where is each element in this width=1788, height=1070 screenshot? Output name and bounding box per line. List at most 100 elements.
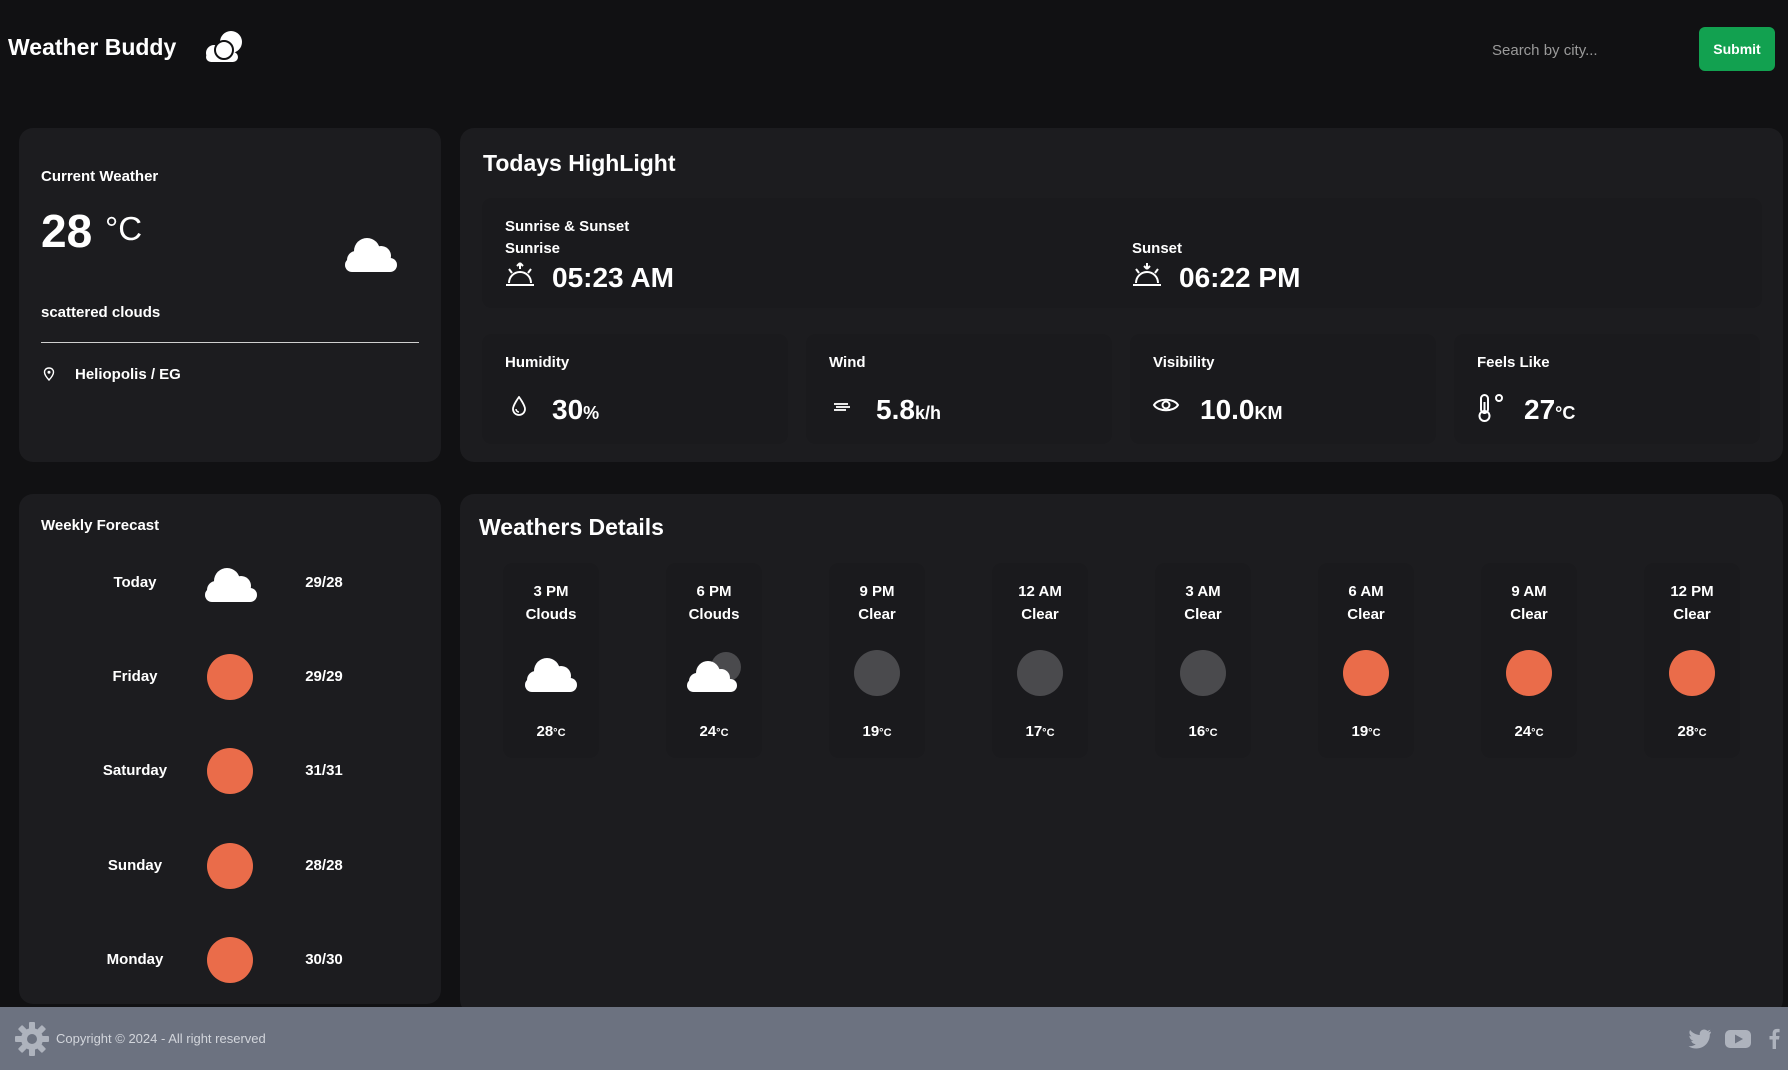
hour-description: Clear xyxy=(1510,606,1548,623)
sunrise-time: 05:23 AM xyxy=(552,262,674,293)
forecast-day: Saturday xyxy=(102,762,168,779)
hour-time: 9 PM xyxy=(859,583,895,600)
search-input[interactable] xyxy=(1490,30,1684,70)
forecast-day: Today xyxy=(113,574,157,591)
highlights-title: Todays HighLight xyxy=(483,150,676,176)
hour-temp-unit: °C xyxy=(879,727,892,739)
wind-unit: k/h xyxy=(914,403,941,423)
footer: Copyright © 2024 - All right reserved xyxy=(0,1007,1788,1070)
feels-like-value: 27°C xyxy=(1524,394,1575,426)
wind-icon xyxy=(834,403,850,411)
sunrise-icon xyxy=(506,262,534,286)
forecast-temps: 31/31 xyxy=(305,762,343,779)
wind-card: Wind 5.8k/h xyxy=(806,334,1112,444)
gear-icon xyxy=(15,1022,49,1056)
sun-icon xyxy=(207,937,253,983)
hour-temp-unit: °C xyxy=(716,727,729,739)
forecast-temps: 29/29 xyxy=(305,668,343,685)
twitter-icon[interactable] xyxy=(1688,1029,1712,1049)
sunrise-label: Sunrise xyxy=(505,240,561,257)
hour-temp-value: 16 xyxy=(1188,723,1206,740)
hour-description: Clear xyxy=(1673,606,1711,623)
cloud-icon xyxy=(345,238,397,272)
hour-temp-unit: °C xyxy=(1531,727,1544,739)
highlights-card: Todays HighLight Sunrise & Sunset Sunris… xyxy=(460,128,1783,462)
humidity-icon xyxy=(512,396,526,416)
weekly-forecast-title: Weekly Forecast xyxy=(41,517,160,534)
hour-temp-value: 24 xyxy=(699,723,717,740)
humidity-number: 30 xyxy=(552,394,584,425)
location-pin-icon xyxy=(43,367,55,381)
hour-temperature: 19°C xyxy=(1318,723,1414,740)
hour-time: 12 PM xyxy=(1670,583,1714,600)
hour-temp-unit: °C xyxy=(1694,727,1707,739)
app-header: Weather Buddy Submit xyxy=(0,0,1788,100)
hourly-item: 6 AM Clear 19°C xyxy=(1318,563,1414,758)
feels-like-unit: °C xyxy=(1555,403,1576,423)
hour-temp-value: 28 xyxy=(536,723,554,740)
feels-like-number: 27 xyxy=(1524,394,1556,425)
forecast-day: Monday xyxy=(106,951,164,968)
hour-description: Clouds xyxy=(688,606,740,623)
wind-number: 5.8 xyxy=(876,394,915,425)
moon-icon xyxy=(854,650,900,696)
visibility-unit: KM xyxy=(1254,403,1283,423)
hour-description: Clouds xyxy=(525,606,577,623)
eye-icon xyxy=(1152,398,1180,412)
copyright-text: Copyright © 2024 - All right reserved xyxy=(56,1031,266,1046)
hour-time: 3 AM xyxy=(1185,583,1221,600)
moon-icon xyxy=(1180,650,1226,696)
hourly-item: 12 AM Clear 17°C xyxy=(992,563,1088,758)
hour-temperature: 28°C xyxy=(503,723,599,740)
current-weather-card: Current Weather 28 °C scattered clouds H… xyxy=(19,128,441,462)
wind-value: 5.8k/h xyxy=(876,394,941,426)
hour-temperature: 24°C xyxy=(666,723,762,740)
sun-icon xyxy=(1343,650,1389,696)
hour-temp-value: 19 xyxy=(862,723,880,740)
sunset-time: 06:22 PM xyxy=(1179,262,1301,293)
humidity-label: Humidity xyxy=(505,354,570,371)
visibility-card: Visibility 10.0KM xyxy=(1130,334,1436,444)
youtube-icon[interactable] xyxy=(1725,1030,1751,1048)
location-label: Heliopolis / EG xyxy=(75,366,181,383)
hour-time: 3 PM xyxy=(533,583,569,600)
cloud-logo-icon xyxy=(206,31,242,62)
hour-temp-value: 17 xyxy=(1025,723,1043,740)
hourly-item: 12 PM Clear 28°C xyxy=(1644,563,1740,758)
hour-temp-unit: °C xyxy=(1042,727,1055,739)
sunset-icon xyxy=(1133,263,1161,286)
sun-icon xyxy=(207,748,253,794)
forecast-day: Friday xyxy=(112,668,158,685)
sun-icon xyxy=(207,843,253,889)
sun-icon xyxy=(207,654,253,700)
submit-button[interactable]: Submit xyxy=(1699,27,1775,71)
hourly-item: 9 AM Clear 24°C xyxy=(1481,563,1577,758)
hour-description: Clear xyxy=(858,606,896,623)
forecast-temps: 30/30 xyxy=(305,951,343,968)
current-weather-label: Current Weather xyxy=(41,168,159,185)
cloud-icon xyxy=(205,568,257,602)
feels-like-card: Feels Like 27°C xyxy=(1454,334,1760,444)
hour-temp-value: 19 xyxy=(1351,723,1369,740)
weather-description: scattered clouds xyxy=(41,304,161,321)
facebook-icon[interactable] xyxy=(1768,1027,1780,1049)
cloud-moon-icon xyxy=(687,652,741,692)
hour-time: 9 AM xyxy=(1511,583,1547,600)
hourly-item: 9 PM Clear 19°C xyxy=(829,563,925,758)
feels-like-label: Feels Like xyxy=(1477,354,1550,371)
app-title: Weather Buddy xyxy=(8,34,177,60)
hourly-details-card: Weathers Details xyxy=(460,494,1783,1014)
hour-time: 12 AM xyxy=(1018,583,1062,600)
humidity-card: Humidity 30% xyxy=(482,334,788,444)
hour-description: Clear xyxy=(1347,606,1385,623)
hourly-item: 3 PM Clouds 28°C xyxy=(503,563,599,758)
wind-label: Wind xyxy=(829,354,866,371)
cloud-icon xyxy=(525,658,577,692)
hourly-details-title: Weathers Details xyxy=(479,514,664,540)
thermometer-icon xyxy=(1478,394,1503,422)
visibility-number: 10.0 xyxy=(1200,394,1255,425)
current-temperature: 28 xyxy=(41,205,93,257)
forecast-temps: 29/28 xyxy=(305,574,343,591)
hour-time: 6 PM xyxy=(696,583,732,600)
weekly-forecast-card: Weekly Forecast Today 29/28 Friday 29/29… xyxy=(19,494,441,1004)
